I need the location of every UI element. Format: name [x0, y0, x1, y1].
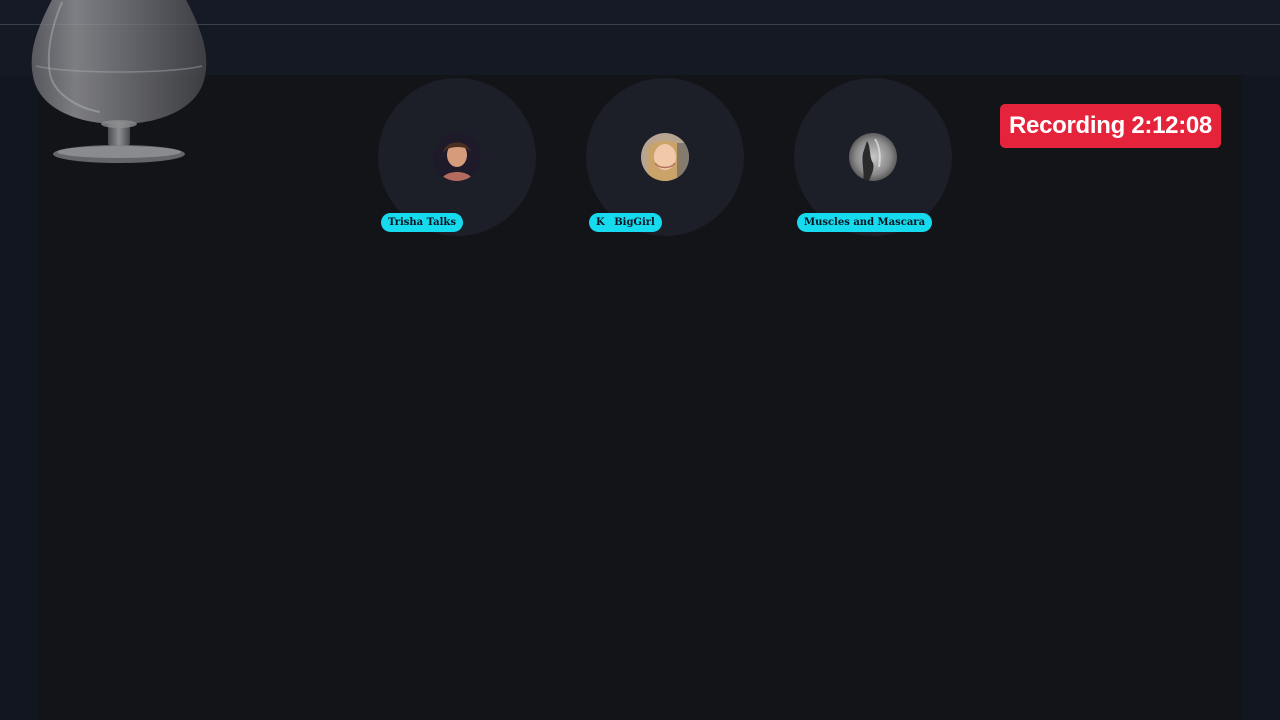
speaker-trisha-talks[interactable]: Trisha Talks — [378, 78, 536, 236]
name-tag-label: Trisha Talks — [388, 217, 456, 228]
name-tag: Muscles and Mascara — [797, 213, 933, 232]
avatar[interactable] — [433, 133, 481, 181]
recording-badge: Recording 2:12:08 — [1000, 104, 1221, 148]
right-edge — [1242, 75, 1280, 720]
speaker-biggirl[interactable]: K BigGirl — [586, 78, 744, 236]
name-tag-label: BigGirl — [614, 217, 655, 228]
avatar[interactable] — [641, 133, 689, 181]
speaker-muscles-and-mascara[interactable]: Muscles and Mascara — [794, 78, 952, 236]
recording-label: Recording 2:12:08 — [1009, 112, 1212, 139]
name-tag-label: Muscles and Mascara — [804, 217, 926, 228]
avatar[interactable] — [849, 133, 897, 181]
brandy-glass-icon — [28, 0, 210, 172]
name-tag: K BigGirl — [589, 213, 662, 232]
stage: Trisha Talks K BigGirl Muscles and Masca… — [0, 0, 1280, 720]
name-tag: Trisha Talks — [381, 213, 463, 232]
name-tag-prefix: K — [596, 217, 605, 228]
